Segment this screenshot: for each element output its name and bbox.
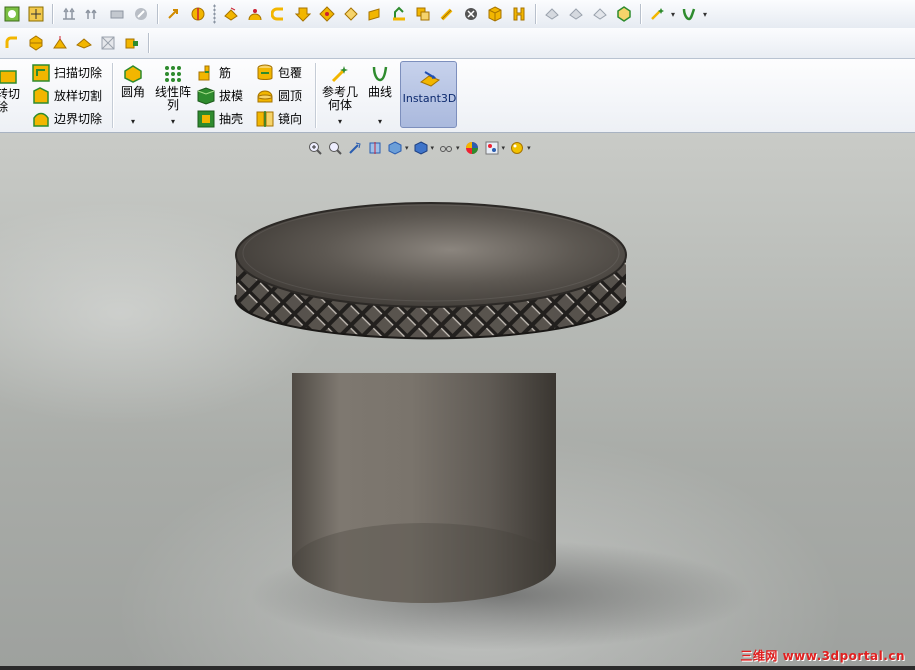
linear-pattern-button[interactable]: 线性阵 列 ▾ [153,65,193,126]
revolved-cut-label-2: 除 [0,100,9,114]
lofted-cut-label: 放样切割 [54,88,103,103]
plane-icon[interactable] [221,4,241,24]
fillet-icon[interactable] [2,33,22,53]
curves-button[interactable]: 曲线 ▾ [366,65,394,126]
ribbon-separator [112,63,113,128]
section-view-icon[interactable] [188,4,208,24]
indent-icon[interactable] [293,4,313,24]
delete-body-icon[interactable] [461,4,481,24]
graphics-area[interactable]: ▾ ▾ ▾ ▾ ▾ 三维网 www.3dportal.cn [0,133,915,670]
shell-button[interactable]: 抽壳 [197,108,243,130]
mirror-icon [256,111,274,127]
wrap-icon [257,64,273,80]
dome-label: 圆顶 [278,88,303,103]
curves-label: 曲线 [367,85,392,99]
fillet-label: 圆角 [120,85,145,99]
rib-label: 筋 [219,65,232,80]
site-watermark: 三维网 www.3dportal.cn [740,649,905,663]
instant3d-button[interactable]: Instant3D [400,61,457,128]
combine-icon[interactable] [413,4,433,24]
mirror-icon[interactable] [509,4,529,24]
reference-geometry-icon [331,66,348,83]
boundary-cut-label: 边界切除 [54,111,103,126]
coordinate-icon[interactable] [614,4,634,24]
toolbar-separator [157,4,158,24]
chevron-down-icon[interactable]: ▾ [669,10,677,19]
wrap-button[interactable]: 包覆 [256,62,302,84]
reference-geometry-dropdown[interactable]: ▾ [320,117,360,126]
revolved-cut-icon [0,70,17,84]
toolbar-separator [640,4,641,24]
features-toolbar [0,28,915,59]
chevron-down-icon[interactable]: ▾ [701,10,709,19]
reference-icon[interactable] [542,4,562,24]
wrap-icon[interactable] [317,4,337,24]
instant3d-icon [419,71,441,87]
fillet-icon [124,65,142,83]
revolved-boss-icon[interactable] [83,4,103,24]
toolbar-separator [148,33,149,53]
scale-icon[interactable] [98,33,118,53]
axis-icon[interactable] [566,4,586,24]
boundary-cut-icon [33,112,49,127]
draft-icon[interactable] [50,33,70,53]
deform-icon[interactable] [341,4,361,24]
boundary-cut-button[interactable]: 边界切除 [32,108,102,130]
extruded-boss-icon[interactable] [59,4,79,24]
sketch-icon[interactable] [2,4,22,24]
instant3d-label: Instant3D [402,92,457,105]
wrap-label: 包覆 [278,65,303,80]
knurled-knob-model[interactable] [0,133,915,670]
dome-button[interactable]: 圆顶 [256,85,302,107]
shell-icon [197,110,215,128]
curve-icon [372,66,388,82]
split-icon[interactable] [437,4,457,24]
smart-dimension-icon[interactable] [26,4,46,24]
chamfer-icon[interactable] [26,33,46,53]
shell-label: 抽壳 [219,111,244,126]
swept-cut-icon [32,64,50,82]
cancel-icon[interactable] [131,4,151,24]
linear-pattern-dropdown[interactable]: ▾ [153,117,193,126]
dome-icon [257,90,273,103]
rebuild-icon[interactable] [107,4,127,24]
shell-icon[interactable] [365,4,385,24]
linear-pattern-icon [165,66,181,82]
mirror-label: 镜向 [278,111,303,126]
lofted-cut-button[interactable]: 放样切割 [32,85,102,107]
reference-geometry-button[interactable]: 参考几 何体 ▾ [320,65,360,126]
linear-pattern-label-2: 列 [166,98,179,112]
draft-button[interactable]: 拔模 [197,85,243,107]
combine-icon[interactable] [122,33,142,53]
flex-icon[interactable] [269,4,289,24]
toolbar-separator [535,4,536,24]
dome-icon[interactable] [245,4,265,24]
draft-label: 拔模 [219,88,244,103]
dome-icon[interactable] [74,33,94,53]
reference-geometry-label-2: 何体 [327,98,352,112]
point-icon[interactable] [590,4,610,24]
curve-icon[interactable] [679,4,699,24]
toolbar-grip[interactable] [213,4,216,24]
rib-button[interactable]: 筋 [197,62,231,84]
toolbar-separator [52,4,53,24]
magic-wand-icon[interactable] [647,4,667,24]
intersect-icon[interactable] [389,4,409,24]
ribbon-separator [315,63,316,128]
swept-cut-label: 扫描切除 [54,65,103,80]
fillet-dropdown[interactable]: ▾ [119,117,147,126]
command-manager-ribbon: 转切 除 扫描切除 放样切割 边界切除 圆角 ▾ 线性阵 列 ▾ 筋 拔模 抽壳… [0,59,915,133]
fillet-button[interactable]: 圆角 ▾ [119,65,147,126]
arrow-icon[interactable] [164,4,184,24]
status-strip [0,666,915,670]
standard-toolbar: ▾ ▾ [0,0,915,29]
cube-icon[interactable] [485,4,505,24]
rib-icon [198,65,210,81]
curves-dropdown[interactable]: ▾ [366,117,394,126]
revolved-cut-button[interactable]: 转切 除 [0,69,20,114]
lofted-cut-icon [33,87,49,104]
draft-icon [197,87,215,105]
swept-cut-button[interactable]: 扫描切除 [32,62,102,84]
mirror-button[interactable]: 镜向 [256,108,302,130]
